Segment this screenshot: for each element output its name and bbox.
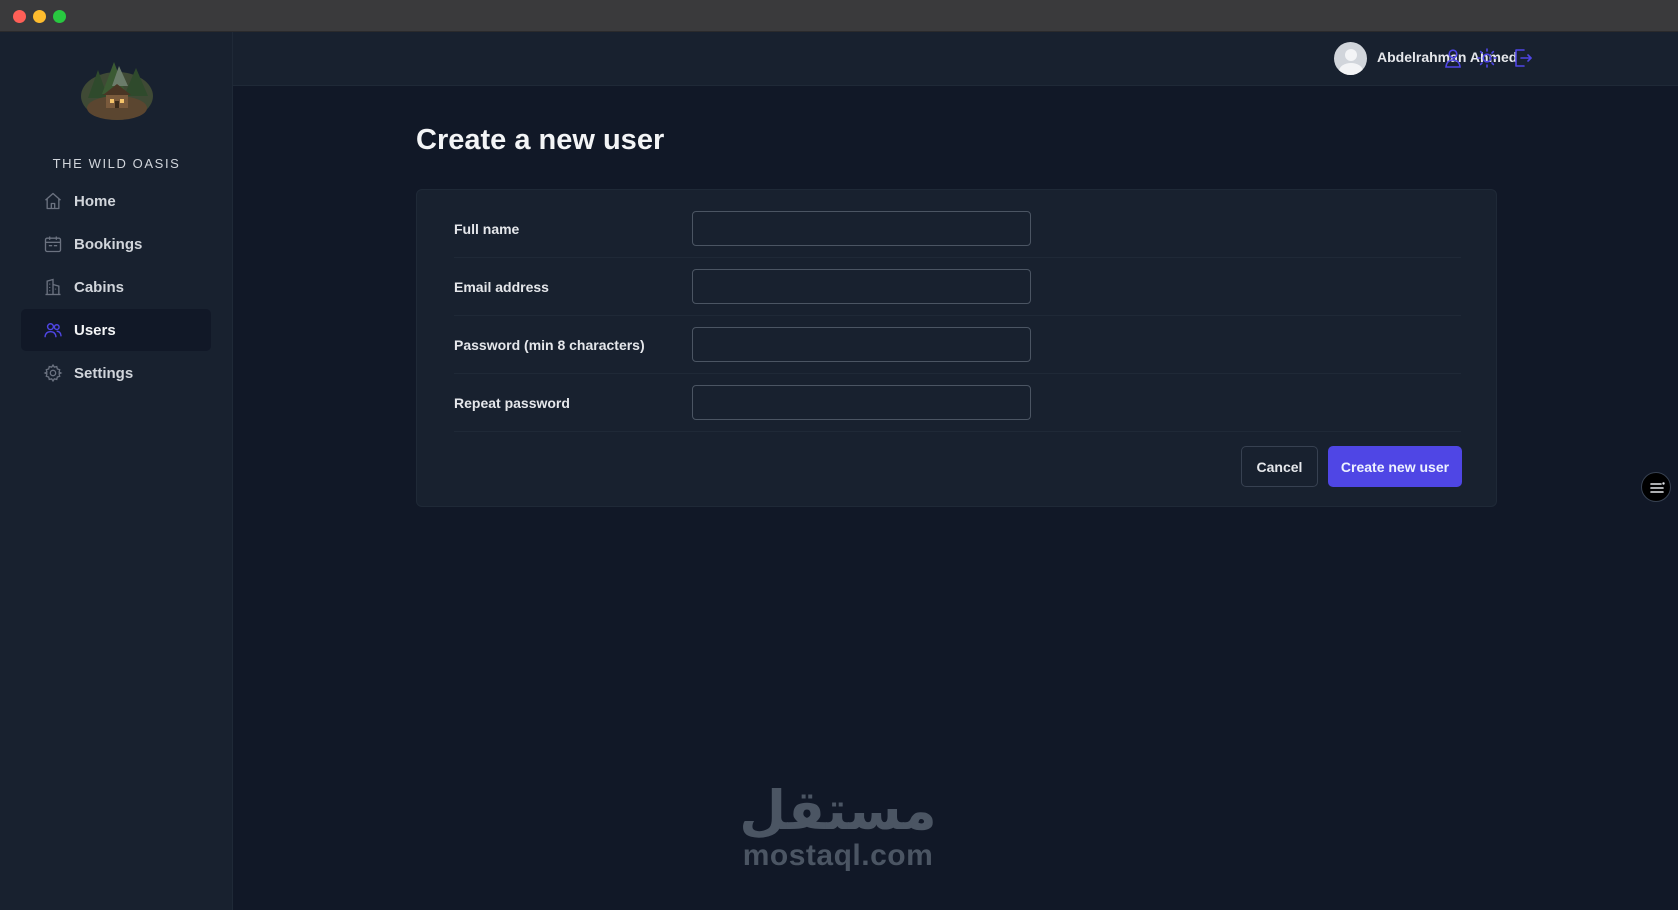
sidebar-item-home[interactable]: Home: [21, 180, 211, 222]
logout-icon[interactable]: [1510, 46, 1534, 70]
page-title: Create a new user: [416, 124, 665, 156]
brand-name: THE WILD OASIS: [52, 156, 181, 171]
avatar[interactable]: [1334, 42, 1367, 75]
calendar-icon: [43, 234, 63, 254]
form-row-email: Email address: [454, 258, 1461, 316]
sidebar-item-label: Home: [74, 192, 116, 210]
watermark-arabic: مستقل: [739, 779, 937, 842]
watermark-latin: mostaql.com: [742, 839, 934, 872]
user-icon[interactable]: [1441, 46, 1465, 70]
create-user-button[interactable]: Create new user: [1328, 446, 1462, 487]
sidebar-item-cabins[interactable]: Cabins: [21, 266, 211, 308]
full-name-label: Full name: [454, 221, 520, 237]
form-row-full-name: Full name: [454, 200, 1461, 258]
email-input[interactable]: [692, 269, 1031, 304]
sidebar-item-bookings[interactable]: Bookings: [21, 223, 211, 265]
sidebar-item-label: Bookings: [74, 235, 143, 253]
sidebar-item-label: Cabins: [74, 278, 125, 296]
sidebar-item-settings[interactable]: Settings: [21, 352, 211, 394]
home-icon: [43, 191, 63, 211]
sidebar-item-label: Users: [74, 321, 116, 339]
sidebar-item-label: Settings: [74, 364, 134, 382]
sidebar-nav: Home Bookings Cabins Users Settings: [21, 180, 211, 395]
minimize-window-button[interactable]: [33, 10, 46, 23]
form-row-repeat-password: Repeat password: [454, 374, 1461, 432]
cancel-button[interactable]: Cancel: [1241, 446, 1318, 487]
repeat-password-input[interactable]: [692, 385, 1031, 420]
create-user-form: Full name Email address Password (min 8 …: [416, 189, 1497, 507]
password-input[interactable]: [692, 327, 1031, 362]
gear-icon: [43, 363, 63, 383]
close-window-button[interactable]: [13, 10, 26, 23]
brand-logo: THE WILD OASIS: [0, 56, 233, 176]
app-window: THE WILD OASIS Home Bookings Cabins User…: [0, 0, 1678, 910]
main-content: Create a new user Full name Email addres…: [233, 86, 1678, 910]
floating-menu-button[interactable]: [1641, 472, 1671, 502]
sun-icon[interactable]: [1475, 46, 1499, 70]
sidebar: THE WILD OASIS Home Bookings Cabins User…: [0, 32, 233, 910]
repeat-password-label: Repeat password: [454, 395, 570, 411]
building-icon: [43, 277, 63, 297]
cabin-forest-logo: [81, 62, 153, 120]
users-icon: [43, 320, 63, 340]
sidebar-item-users[interactable]: Users: [21, 309, 211, 351]
form-row-password: Password (min 8 characters): [454, 316, 1461, 374]
top-header: Abdelrahman Ahmed: [233, 32, 1678, 86]
menu-icon: [1650, 482, 1665, 493]
window-titlebar: [0, 0, 1678, 32]
email-label: Email address: [454, 279, 549, 295]
password-label: Password (min 8 characters): [454, 337, 645, 353]
full-name-input[interactable]: [692, 211, 1031, 246]
maximize-window-button[interactable]: [53, 10, 66, 23]
watermark: مستقل mostaql.com: [733, 782, 943, 872]
